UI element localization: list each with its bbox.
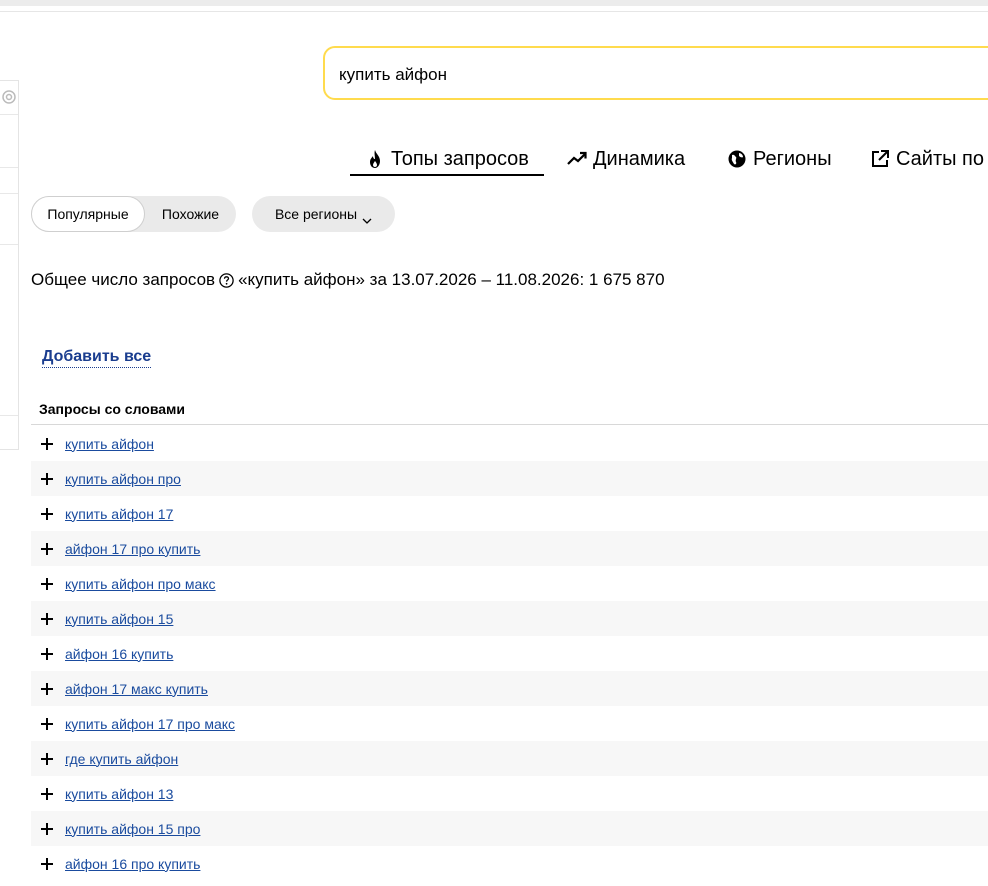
panel-divider <box>0 193 18 194</box>
table-row: айфон 16 купить <box>31 636 988 671</box>
table-row: купить айфон 17 <box>31 496 988 531</box>
wordstat-page: Топы запросов Динамика Регионы <box>0 0 988 886</box>
queries-table: купить айфон купить айфон про купить айф… <box>31 426 988 881</box>
plus-icon[interactable] <box>41 647 53 660</box>
chevron-down-icon <box>362 211 372 224</box>
query-link[interactable]: купить айфон <box>65 436 154 452</box>
tab-label: Топы запросов <box>391 147 529 170</box>
left-side-panel <box>0 80 19 450</box>
search-box <box>323 46 988 100</box>
table-row: где купить айфон <box>31 741 988 776</box>
query-link[interactable]: где купить айфон <box>65 751 178 767</box>
similar-button[interactable]: Похожие <box>145 196 236 232</box>
query-link[interactable]: купить айфон 15 про <box>65 821 200 837</box>
plus-icon[interactable] <box>41 472 53 485</box>
regions-dropdown[interactable]: Все регионы <box>252 196 395 232</box>
table-row: айфон 16 про купить <box>31 846 988 881</box>
add-all-link[interactable]: Добавить все <box>42 348 152 368</box>
tab-top-queries[interactable]: Топы запросов <box>350 144 544 176</box>
plus-icon[interactable] <box>41 857 53 870</box>
query-link[interactable]: купить айфон 13 <box>65 786 173 802</box>
query-link[interactable]: купить айфон про <box>65 471 181 487</box>
fire-icon <box>365 149 385 169</box>
plus-icon[interactable] <box>41 787 53 800</box>
table-row: купить айфон 17 про макс <box>31 706 988 741</box>
query-link[interactable]: айфон 17 про купить <box>65 541 200 557</box>
help-icon[interactable] <box>219 272 234 288</box>
table-row: купить айфон 13 <box>31 776 988 811</box>
total-label: Общее число запросов <box>31 270 216 289</box>
plus-icon[interactable] <box>41 437 53 450</box>
table-row: купить айфон <box>31 426 988 461</box>
regions-dropdown-label: Все регионы <box>274 206 358 222</box>
plus-icon[interactable] <box>41 752 53 765</box>
plus-icon[interactable] <box>41 717 53 730</box>
panel-divider <box>0 114 18 115</box>
plus-icon[interactable] <box>41 542 53 555</box>
tab-label: Регионы <box>753 147 832 170</box>
panel-divider <box>0 415 18 416</box>
plus-icon[interactable] <box>41 577 53 590</box>
table-header: Запросы со словами <box>31 393 988 425</box>
query-link[interactable]: айфон 17 макс купить <box>65 681 208 697</box>
panel-divider <box>0 244 18 245</box>
tab-label: Динамика <box>593 147 686 170</box>
search-input[interactable] <box>339 62 939 88</box>
external-link-icon <box>870 149 890 169</box>
query-type-switch: Популярные Похожие <box>31 196 236 232</box>
header-divider <box>0 11 988 12</box>
plus-icon[interactable] <box>41 822 53 835</box>
tab-sites[interactable]: Сайты по з <box>870 144 988 174</box>
table-row: айфон 17 макс купить <box>31 671 988 706</box>
query-link[interactable]: купить айфон 15 <box>65 611 173 627</box>
query-link[interactable]: купить айфон 17 про макс <box>65 716 235 732</box>
table-row: айфон 17 про купить <box>31 531 988 566</box>
table-row: купить айфон про <box>31 461 988 496</box>
query-link[interactable]: купить айфон про макс <box>65 576 216 592</box>
panel-divider <box>0 167 18 168</box>
popular-button[interactable]: Популярные <box>31 196 145 232</box>
tab-regions[interactable]: Регионы <box>727 144 832 174</box>
tab-dynamics[interactable]: Динамика <box>567 144 685 174</box>
table-row: купить айфон 15 про <box>31 811 988 846</box>
plus-icon[interactable] <box>41 507 53 520</box>
gear-icon[interactable] <box>0 88 18 106</box>
plus-icon[interactable] <box>41 682 53 695</box>
query-link[interactable]: айфон 16 про купить <box>65 856 200 872</box>
total-value: «купить айфон» за 13.07.2026 – 11.08.202… <box>238 270 665 289</box>
plus-icon[interactable] <box>41 612 53 625</box>
browser-top-bar <box>0 0 988 6</box>
query-link[interactable]: купить айфон 17 <box>65 506 173 522</box>
query-link[interactable]: айфон 16 купить <box>65 646 173 662</box>
trend-up-icon <box>567 149 587 169</box>
tab-label: Сайты по з <box>896 147 988 170</box>
globe-icon <box>727 149 747 169</box>
table-row: купить айфон 15 <box>31 601 988 636</box>
total-queries-summary: Общее число запросов «купить айфон» за 1… <box>31 270 665 290</box>
table-row: купить айфон про макс <box>31 566 988 601</box>
